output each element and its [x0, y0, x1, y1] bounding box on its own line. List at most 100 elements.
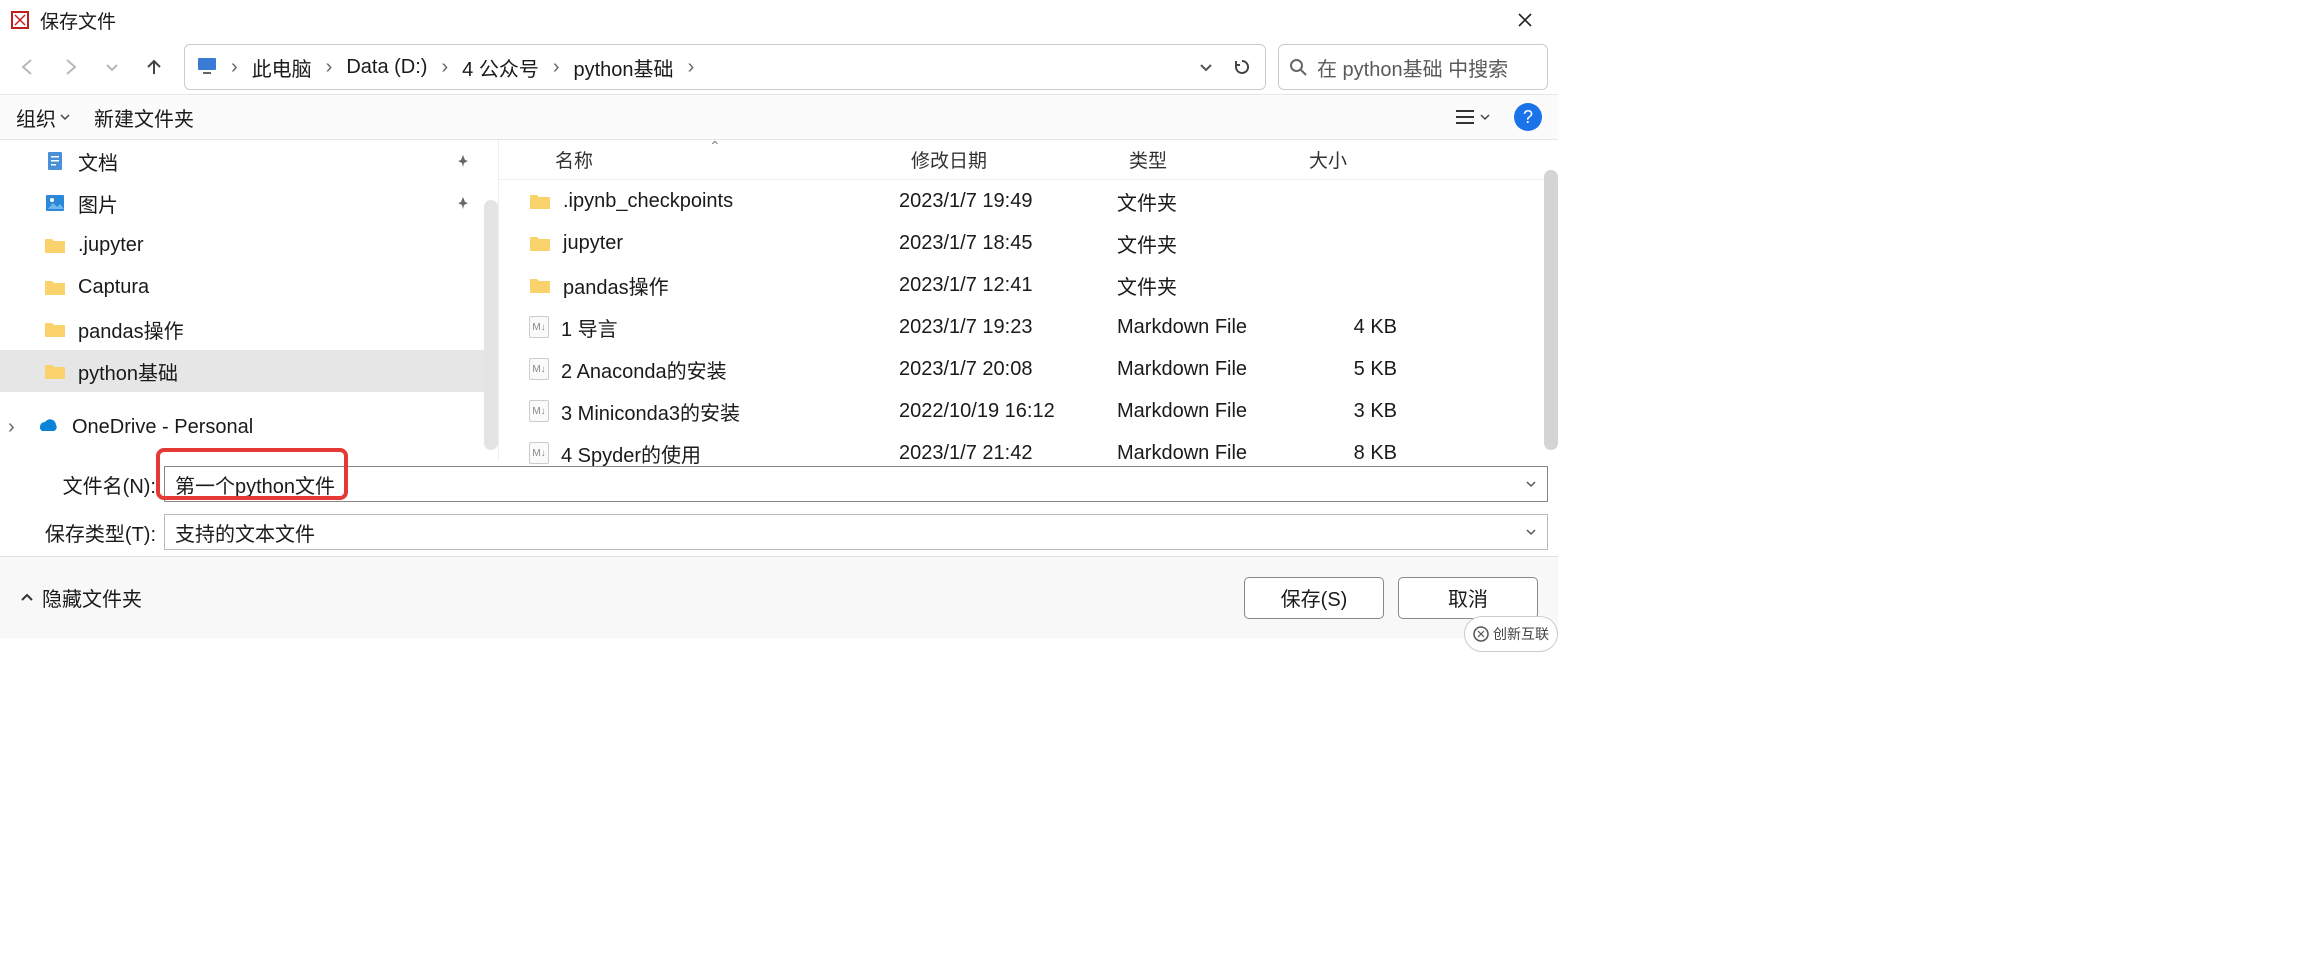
sidebar-item-pythonbasic[interactable]: python基础 — [0, 350, 498, 392]
file-date: 2023/1/7 19:23 — [899, 316, 1117, 339]
search-input[interactable]: 在 python基础 中搜索 — [1278, 44, 1548, 90]
sidebar-item-label: pandas操作 — [78, 315, 184, 344]
sidebar-item-label: Captura — [78, 276, 149, 299]
file-date: 2022/10/19 16:12 — [899, 400, 1117, 423]
breadcrumb-bar[interactable]: › 此电脑 › Data (D:) › 4 公众号 › python基础 › — [184, 44, 1266, 90]
file-list-header: ⌃ 名称 修改日期 类型 大小 — [499, 140, 1558, 180]
close-button[interactable] — [1502, 4, 1548, 36]
list-item[interactable]: M↓1 导言2023/1/7 19:23Markdown File4 KB — [499, 306, 1558, 348]
chevron-down-icon[interactable] — [1525, 526, 1537, 538]
chevron-down-icon[interactable] — [1525, 478, 1537, 490]
file-type: 文件夹 — [1117, 187, 1297, 216]
new-folder-button[interactable]: 新建文件夹 — [94, 103, 194, 132]
column-header-date[interactable]: 修改日期 — [899, 146, 1117, 173]
list-item[interactable]: pandas操作 2023/1/7 12:41文件夹 — [499, 264, 1558, 306]
list-item[interactable]: jupyter 2023/1/7 18:45文件夹 — [499, 222, 1558, 264]
file-name: 2 Anaconda的安装 — [561, 355, 727, 384]
main-area: 文档 图片 .jupyter Captura pandas操作 — [0, 140, 1558, 460]
chevron-right-icon[interactable]: › — [439, 56, 450, 79]
breadcrumb-dropdown[interactable] — [1191, 54, 1221, 80]
file-name: .ipynb_checkpoints — [563, 190, 733, 213]
hide-folders-toggle[interactable]: 隐藏文件夹 — [20, 583, 142, 612]
sidebar-item-documents[interactable]: 文档 — [0, 140, 498, 182]
sidebar-item-pictures[interactable]: 图片 — [0, 182, 498, 224]
file-type: Markdown File — [1117, 316, 1297, 339]
cancel-button[interactable]: 取消 — [1398, 577, 1538, 619]
sort-caret-icon: ⌃ — [709, 138, 721, 155]
filetype-label: 保存类型(T): — [10, 518, 156, 547]
file-list: ⌃ 名称 修改日期 类型 大小 .ipynb_checkpoints 2023/1… — [498, 140, 1558, 460]
breadcrumb-item-folder2[interactable]: python基础 — [566, 49, 682, 86]
file-date: 2023/1/7 18:45 — [899, 232, 1117, 255]
save-button[interactable]: 保存(S) — [1244, 577, 1384, 619]
chevron-right-icon[interactable]: › — [229, 56, 240, 79]
column-header-size[interactable]: 大小 — [1297, 146, 1427, 173]
sidebar-item-pandas[interactable]: pandas操作 — [0, 308, 498, 350]
watermark: 创新互联 — [1464, 616, 1558, 652]
search-placeholder: 在 python基础 中搜索 — [1317, 53, 1508, 82]
sidebar: 文档 图片 .jupyter Captura pandas操作 — [0, 140, 498, 460]
file-type: Markdown File — [1117, 400, 1297, 423]
sidebar-item-label: python基础 — [78, 357, 178, 386]
filename-input[interactable]: 第一个python文件 — [164, 466, 1548, 502]
save-file-dialog: 保存文件 › 此电脑 › Data (D:) › 4 公众号 — [0, 0, 1558, 652]
organize-button[interactable]: 组织 — [16, 103, 70, 132]
breadcrumb-item-folder1[interactable]: 4 公众号 — [454, 49, 547, 86]
file-size: 4 KB — [1297, 316, 1427, 339]
sidebar-item-onedrive[interactable]: › OneDrive - Personal — [0, 406, 498, 448]
list-item[interactable]: M↓3 Miniconda3的安装2022/10/19 16:12Markdow… — [499, 390, 1558, 432]
window-title: 保存文件 — [40, 7, 116, 34]
pin-icon — [456, 196, 470, 210]
nav-up-button[interactable] — [136, 49, 172, 85]
chevron-up-icon — [20, 591, 34, 605]
breadcrumb-item-pc[interactable]: 此电脑 — [244, 49, 320, 86]
list-item[interactable]: M↓2 Anaconda的安装2023/1/7 20:08Markdown Fi… — [499, 348, 1558, 390]
chevron-right-icon[interactable]: › — [686, 56, 697, 79]
sidebar-item-captura[interactable]: Captura — [0, 266, 498, 308]
column-header-type[interactable]: 类型 — [1117, 146, 1297, 173]
sidebar-item-label: .jupyter — [78, 234, 144, 257]
toolbar: 组织 新建文件夹 ? — [0, 94, 1558, 140]
file-date: 2023/1/7 20:08 — [899, 358, 1117, 381]
sidebar-scrollbar[interactable] — [484, 200, 498, 450]
pin-icon — [456, 154, 470, 168]
search-icon — [1289, 58, 1307, 76]
sidebar-item-jupyter[interactable]: .jupyter — [0, 224, 498, 266]
column-header-name[interactable]: 名称 — [499, 146, 899, 173]
sidebar-item-label: OneDrive - Personal — [72, 416, 253, 439]
breadcrumb-item-drive[interactable]: Data (D:) — [338, 52, 435, 83]
background-area — [0, 652, 2306, 960]
file-name: 3 Miniconda3的安装 — [561, 397, 740, 426]
sidebar-item-label: 图片 — [78, 189, 118, 218]
filetype-row: 保存类型(T): 支持的文本文件 — [0, 508, 1558, 556]
help-button[interactable]: ? — [1514, 103, 1542, 131]
chevron-right-icon[interactable]: › — [551, 56, 562, 79]
file-size: 3 KB — [1297, 400, 1427, 423]
view-options-button[interactable] — [1454, 108, 1490, 126]
file-size: 5 KB — [1297, 358, 1427, 381]
pc-icon — [195, 54, 221, 80]
nav-recent-dropdown[interactable] — [94, 49, 130, 85]
file-date: 2023/1/7 12:41 — [899, 274, 1117, 297]
file-name: jupyter — [563, 232, 623, 255]
highlight-annotation — [156, 448, 348, 500]
nav-back-button[interactable] — [10, 49, 46, 85]
sidebar-item-label: 文档 — [78, 147, 118, 176]
file-name: 1 导言 — [561, 313, 618, 342]
filename-label: 文件名(N): — [10, 470, 156, 499]
file-date: 2023/1/7 19:49 — [899, 190, 1117, 213]
file-type: Markdown File — [1117, 358, 1297, 381]
button-bar: 隐藏文件夹 保存(S) 取消 — [0, 556, 1558, 638]
filelist-scrollbar[interactable] — [1544, 170, 1558, 450]
nav-row: › 此电脑 › Data (D:) › 4 公众号 › python基础 › 在… — [0, 40, 1558, 94]
chevron-right-icon[interactable]: › — [324, 56, 335, 79]
file-type: 文件夹 — [1117, 229, 1297, 258]
filetype-select[interactable]: 支持的文本文件 — [164, 514, 1548, 550]
file-name: pandas操作 — [563, 271, 669, 300]
nav-forward-button[interactable] — [52, 49, 88, 85]
chevron-right-icon[interactable]: › — [8, 416, 15, 439]
refresh-button[interactable] — [1225, 52, 1259, 82]
list-item[interactable]: .ipynb_checkpoints 2023/1/7 19:49文件夹 — [499, 180, 1558, 222]
titlebar: 保存文件 — [0, 0, 1558, 40]
file-type: 文件夹 — [1117, 271, 1297, 300]
